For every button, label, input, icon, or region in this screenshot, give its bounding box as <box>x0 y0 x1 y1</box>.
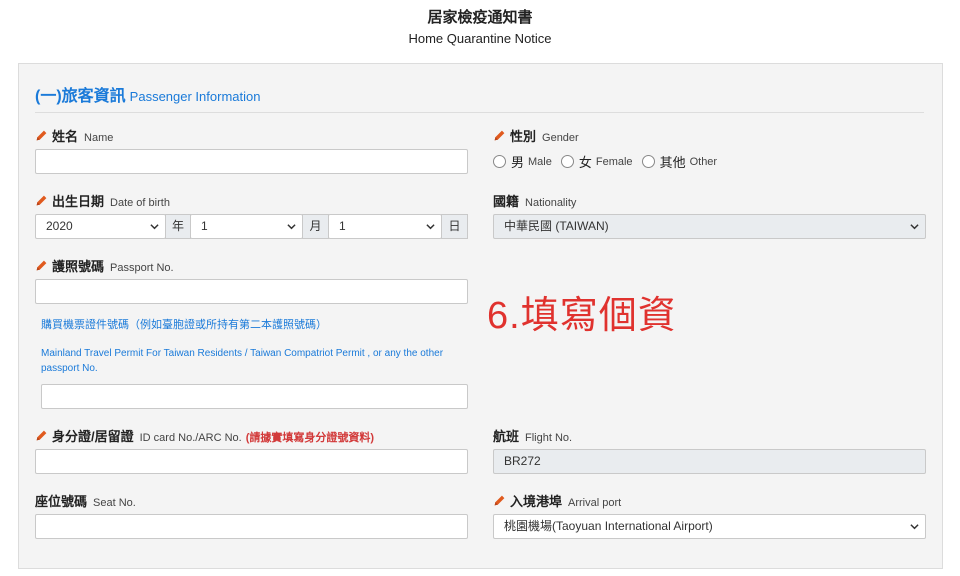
id-card-label: 身分證/居留證 ID card No./ARC No. (請據實填寫身分證號資料) <box>35 426 374 445</box>
pencil-icon <box>36 430 47 441</box>
nationality-label: 國籍 Nationality <box>493 194 577 209</box>
arrival-port-select[interactable]: 桃園機場(Taoyuan International Airport) <box>493 514 926 539</box>
seat-label: 座位號碼 Seat No. <box>35 494 136 509</box>
dob-day-unit: 日 <box>441 214 468 239</box>
dob-year-select[interactable]: 2020 <box>35 214 166 239</box>
radio-circle[interactable] <box>641 155 655 168</box>
section-divider <box>35 112 924 113</box>
arrival-port-label: 入境港埠 Arrival port <box>493 491 621 510</box>
alt-doc-hint-en: Mainland Travel Permit For Taiwan Reside… <box>41 348 444 374</box>
pencil-icon <box>36 195 47 206</box>
radio-circle[interactable] <box>493 155 506 168</box>
section-title-en: Passenger Information <box>129 89 261 104</box>
gender-option-other[interactable]: 其他 Other <box>641 152 717 171</box>
name-input[interactable] <box>35 149 468 174</box>
dob-year-unit: 年 <box>165 214 191 239</box>
gender-option-female[interactable]: 女 Female <box>560 152 633 171</box>
passenger-info-panel: (一)旅客資訊 Passenger Information 姓名 Name 性別 Ge… <box>18 63 943 569</box>
flight-label: 航班 Flight No. <box>493 429 573 444</box>
radio-circle[interactable] <box>560 155 574 168</box>
flight-input[interactable]: BR272 <box>493 449 926 474</box>
id-card-input[interactable] <box>35 449 468 474</box>
passport-input[interactable] <box>35 279 468 304</box>
pencil-icon <box>36 130 47 141</box>
alt-doc-hint-zh: 購買機票證件號碼（例如臺胞證或所持有第二本護照號碼） <box>41 319 327 331</box>
step-annotation: 6.填寫個資 <box>487 295 677 337</box>
nationality-select[interactable]: 中華民國 (TAIWAN) <box>493 214 926 239</box>
passport-label: 護照號碼 Passport No. <box>35 256 174 275</box>
seat-input[interactable] <box>35 514 468 539</box>
gender-option-male[interactable]: 男 Male <box>493 152 552 171</box>
dob-month-unit: 月 <box>302 214 329 239</box>
gender-radio-group: 男 Male 女 Female 其他 Other <box>493 152 726 171</box>
chevron-down-icon <box>910 524 919 530</box>
page-subtitle: Home Quarantine Notice <box>408 31 552 46</box>
chevron-down-icon <box>287 224 296 230</box>
section-header: (一)旅客資訊 Passenger Information <box>35 82 260 106</box>
alt-doc-input[interactable] <box>41 384 468 409</box>
chevron-down-icon <box>910 224 919 230</box>
pencil-icon <box>494 495 505 506</box>
pencil-icon <box>36 260 47 271</box>
section-title-zh: (一)旅客資訊 <box>35 88 126 105</box>
id-card-warning: (請據實填寫身分證號資料) <box>245 432 375 444</box>
page-title: 居家檢疫通知書 <box>427 9 533 26</box>
dob-month-select[interactable]: 1 <box>190 214 303 239</box>
dob-label: 出生日期 Date of birth <box>35 191 170 210</box>
name-label: 姓名 Name <box>35 126 113 145</box>
chevron-down-icon <box>426 224 435 230</box>
chevron-down-icon <box>150 224 159 230</box>
dob-day-select[interactable]: 1 <box>328 214 442 239</box>
pencil-icon <box>494 130 505 141</box>
gender-label: 性別 Gender <box>493 126 579 145</box>
